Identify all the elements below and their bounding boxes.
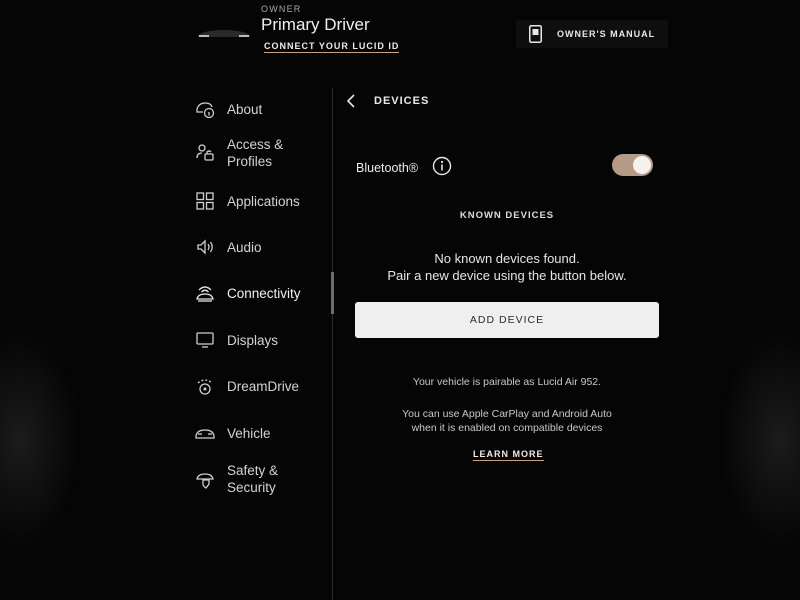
sidebar-label-safety-security: Safety & Security bbox=[227, 463, 279, 495]
car-icon bbox=[195, 429, 215, 439]
book-icon bbox=[529, 25, 542, 43]
sidebar-label-dreamdrive: DreamDrive bbox=[227, 378, 300, 394]
sidebar-item-safety-security[interactable]: Safety & Security bbox=[194, 462, 329, 496]
sidebar-item-applications[interactable]: Applications bbox=[194, 190, 329, 212]
add-device-button[interactable]: ADD DEVICE bbox=[355, 302, 659, 338]
carplay-note-line-1: You can use Apple CarPlay and Android Au… bbox=[402, 408, 612, 420]
sidebar-item-displays[interactable]: Displays bbox=[194, 329, 329, 351]
carplay-note-line-2: when it is enabled on compatible devices bbox=[411, 422, 603, 434]
known-devices-heading: KNOWN DEVICES bbox=[459, 210, 555, 221]
grid-icon bbox=[196, 192, 214, 210]
shield-car-icon bbox=[196, 473, 214, 489]
speaker-icon bbox=[197, 239, 213, 255]
sidebar-item-connectivity[interactable]: Connectivity bbox=[194, 282, 329, 304]
sidebar-label-displays: Displays bbox=[227, 332, 279, 348]
sidebar-divider bbox=[332, 88, 333, 600]
info-icon[interactable] bbox=[432, 156, 452, 176]
owners-manual-label: OWNER'S MANUAL bbox=[557, 29, 656, 39]
sidebar-item-about[interactable]: About bbox=[194, 98, 329, 120]
sidebar-item-vehicle[interactable]: Vehicle bbox=[194, 422, 329, 444]
steering-icon bbox=[197, 379, 213, 395]
bluetooth-label: Bluetooth® bbox=[356, 161, 419, 175]
sidebar-label-about: About bbox=[227, 101, 263, 117]
learn-more-link[interactable]: LEARN MORE bbox=[473, 449, 544, 461]
wifi-car-icon bbox=[196, 286, 214, 302]
profiles-icon bbox=[196, 144, 214, 161]
pairable-name-note: Your vehicle is pairable as Lucid Air 95… bbox=[412, 376, 602, 388]
owners-manual-button[interactable]: OWNER'S MANUAL bbox=[516, 20, 668, 48]
owner-label: OWNER bbox=[261, 4, 302, 14]
toggle-knob bbox=[633, 156, 651, 174]
background-glow-right bbox=[720, 330, 800, 550]
page-title: DEVICES bbox=[374, 95, 430, 107]
sidebar-item-audio[interactable]: Audio bbox=[194, 236, 329, 258]
sidebar-item-access-profiles[interactable]: Access & Profiles bbox=[194, 136, 329, 170]
sidebar-label-applications: Applications bbox=[227, 193, 300, 209]
back-chevron-icon[interactable] bbox=[344, 93, 360, 109]
sidebar-label-audio: Audio bbox=[227, 239, 262, 255]
sidebar-label-vehicle: Vehicle bbox=[227, 425, 271, 441]
sidebar-item-dreamdrive[interactable]: DreamDrive bbox=[194, 375, 329, 397]
sidebar-label-access-profiles: Access & Profiles bbox=[227, 137, 284, 169]
pair-instructions: Pair a new device using the button below… bbox=[387, 268, 627, 283]
bluetooth-toggle[interactable] bbox=[612, 154, 653, 176]
connect-lucid-id-link[interactable]: CONNECT YOUR LUCID ID bbox=[264, 41, 400, 53]
driver-name: Primary Driver bbox=[261, 15, 370, 34]
car-silhouette-icon bbox=[198, 30, 250, 37]
background-glow-left bbox=[0, 330, 80, 550]
active-item-marker bbox=[331, 272, 334, 314]
display-icon bbox=[196, 332, 214, 348]
sidebar-label-connectivity: Connectivity bbox=[227, 285, 301, 301]
no-devices-message: No known devices found. bbox=[434, 251, 580, 266]
car-info-icon bbox=[196, 102, 215, 119]
